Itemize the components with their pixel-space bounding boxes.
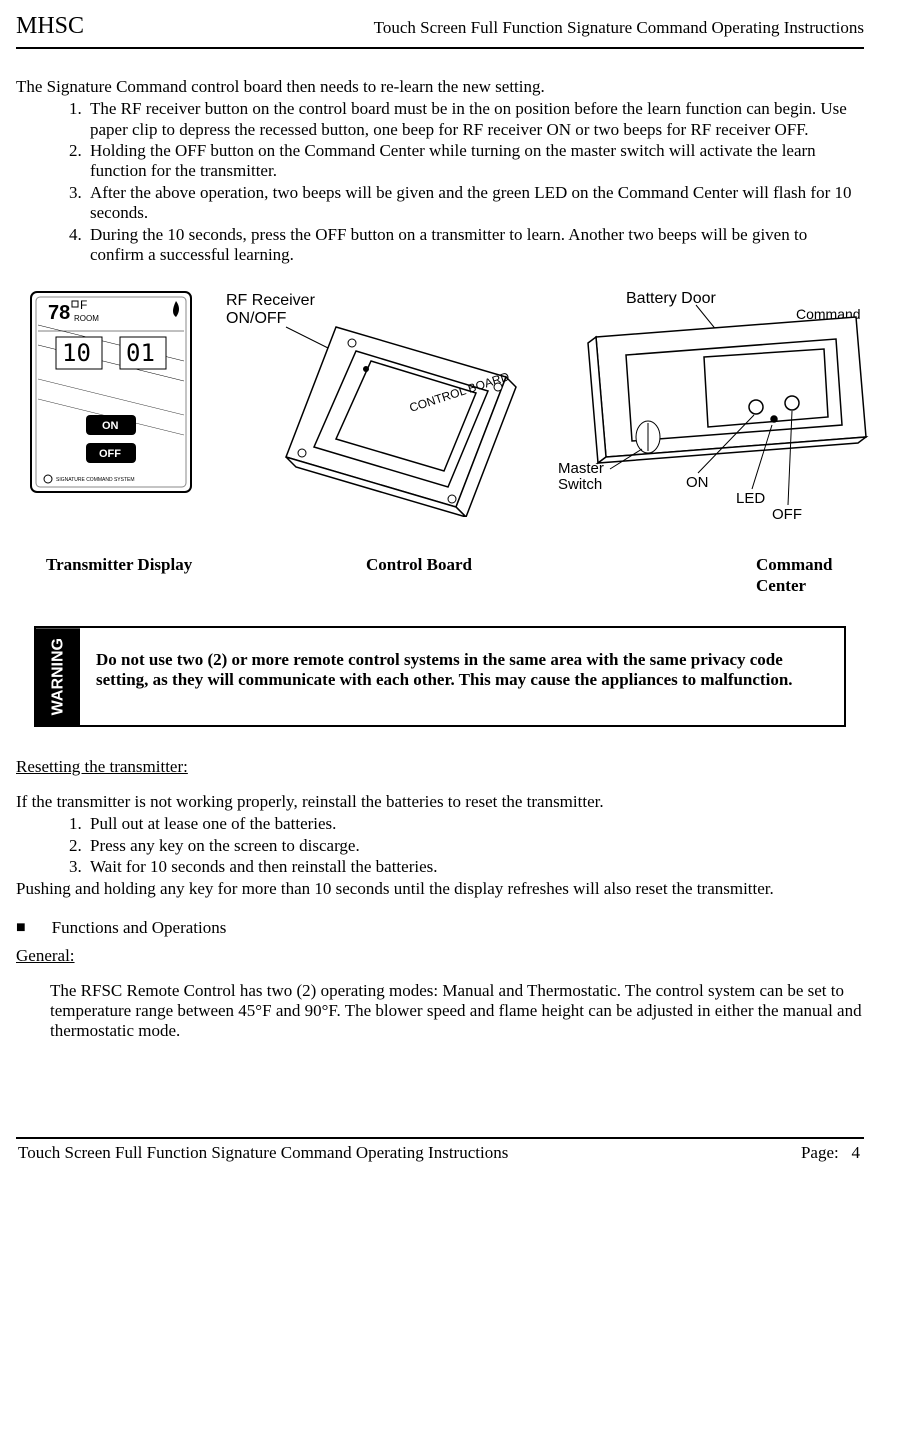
relearn-steps-list: The RF receiver button on the control bo… — [16, 99, 864, 265]
footer-left: Touch Screen Full Function Signature Com… — [18, 1143, 508, 1163]
functions-bullet-row: ■ Functions and Operations — [16, 918, 864, 938]
transmitter-display-illustration: 78 F ROOM 10 01 ON — [26, 287, 196, 497]
master-switch-label-2: Switch — [558, 476, 602, 493]
footer-right: Page: 4 — [801, 1143, 860, 1163]
header-rule — [16, 47, 864, 49]
battery-door-label: Battery Door — [626, 290, 716, 307]
figure-captions: Transmitter Display Control Board Comman… — [16, 555, 864, 596]
list-item: Pull out at lease one of the batteries. — [86, 814, 864, 834]
txd-left-digits: 10 — [62, 339, 91, 367]
warning-text: Do not use two (2) or more remote contro… — [80, 628, 844, 725]
list-item: Holding the OFF button on the Command Ce… — [86, 141, 864, 182]
control-board-illustration: RF Receiver ON/OFF CONTROL BOARD — [216, 287, 536, 517]
txd-off-label: OFF — [99, 448, 121, 460]
reset-heading: Resetting the transmitter: — [16, 757, 864, 777]
reset-steps-list: Pull out at lease one of the batteries. … — [16, 814, 864, 877]
figure-control-board: RF Receiver ON/OFF CONTROL BOARD — [216, 287, 536, 517]
header-right: Touch Screen Full Function Signature Com… — [374, 18, 864, 38]
txd-on-label: ON — [102, 420, 119, 432]
page-header: MHSC Touch Screen Full Function Signatur… — [16, 12, 864, 45]
warning-box: WARNING Do not use two (2) or more remot… — [34, 626, 846, 727]
command-center-illustration: Battery Door Command Center — [556, 287, 886, 527]
rf-receiver-label: RF Receiver — [226, 292, 316, 309]
square-bullet-icon: ■ — [16, 918, 26, 937]
figures-row: 78 F ROOM 10 01 ON — [26, 287, 864, 527]
caption-command-center: Command Center — [646, 555, 864, 596]
txd-right-digits: 01 — [126, 339, 155, 367]
list-item: During the 10 seconds, press the OFF but… — [86, 225, 864, 266]
page-footer: Touch Screen Full Function Signature Com… — [16, 1143, 864, 1163]
list-item: After the above operation, two beeps wil… — [86, 183, 864, 224]
warning-tab: WARNING — [36, 628, 80, 725]
footer-page-label: Page: — [801, 1143, 839, 1162]
header-left: MHSC — [16, 12, 84, 41]
relearn-intro: The Signature Command control board then… — [16, 77, 864, 97]
caption-transmitter-display: Transmitter Display — [16, 555, 306, 596]
footer-rule — [16, 1137, 864, 1139]
txd-room: ROOM — [74, 314, 99, 323]
txd-brand: SIGNATURE COMMAND SYSTEM — [56, 477, 135, 483]
figure-transmitter-display: 78 F ROOM 10 01 ON — [26, 287, 196, 497]
reset-outro: Pushing and holding any key for more tha… — [16, 879, 864, 899]
reset-intro: If the transmitter is not working proper… — [16, 792, 864, 812]
general-heading: General: — [16, 946, 864, 966]
cc-led-label: LED — [736, 490, 765, 507]
general-text: The RFSC Remote Control has two (2) oper… — [16, 981, 864, 1042]
functions-heading: Functions and Operations — [52, 918, 227, 938]
list-item: Press any key on the screen to discarge. — [86, 836, 864, 856]
footer-page-number: 4 — [852, 1143, 861, 1162]
rf-onoff-label: ON/OFF — [226, 310, 287, 327]
cc-off-label: OFF — [772, 506, 802, 523]
list-item: The RF receiver button on the control bo… — [86, 99, 864, 140]
txd-temp: 78 — [48, 302, 70, 324]
master-switch-label-1: Master — [558, 460, 604, 477]
caption-control-board: Control Board — [306, 555, 646, 596]
cc-on-label: ON — [686, 474, 709, 491]
list-item: Wait for 10 seconds and then reinstall t… — [86, 857, 864, 877]
svg-text:F: F — [80, 298, 87, 312]
figure-command-center: Battery Door Command Center — [556, 287, 886, 527]
